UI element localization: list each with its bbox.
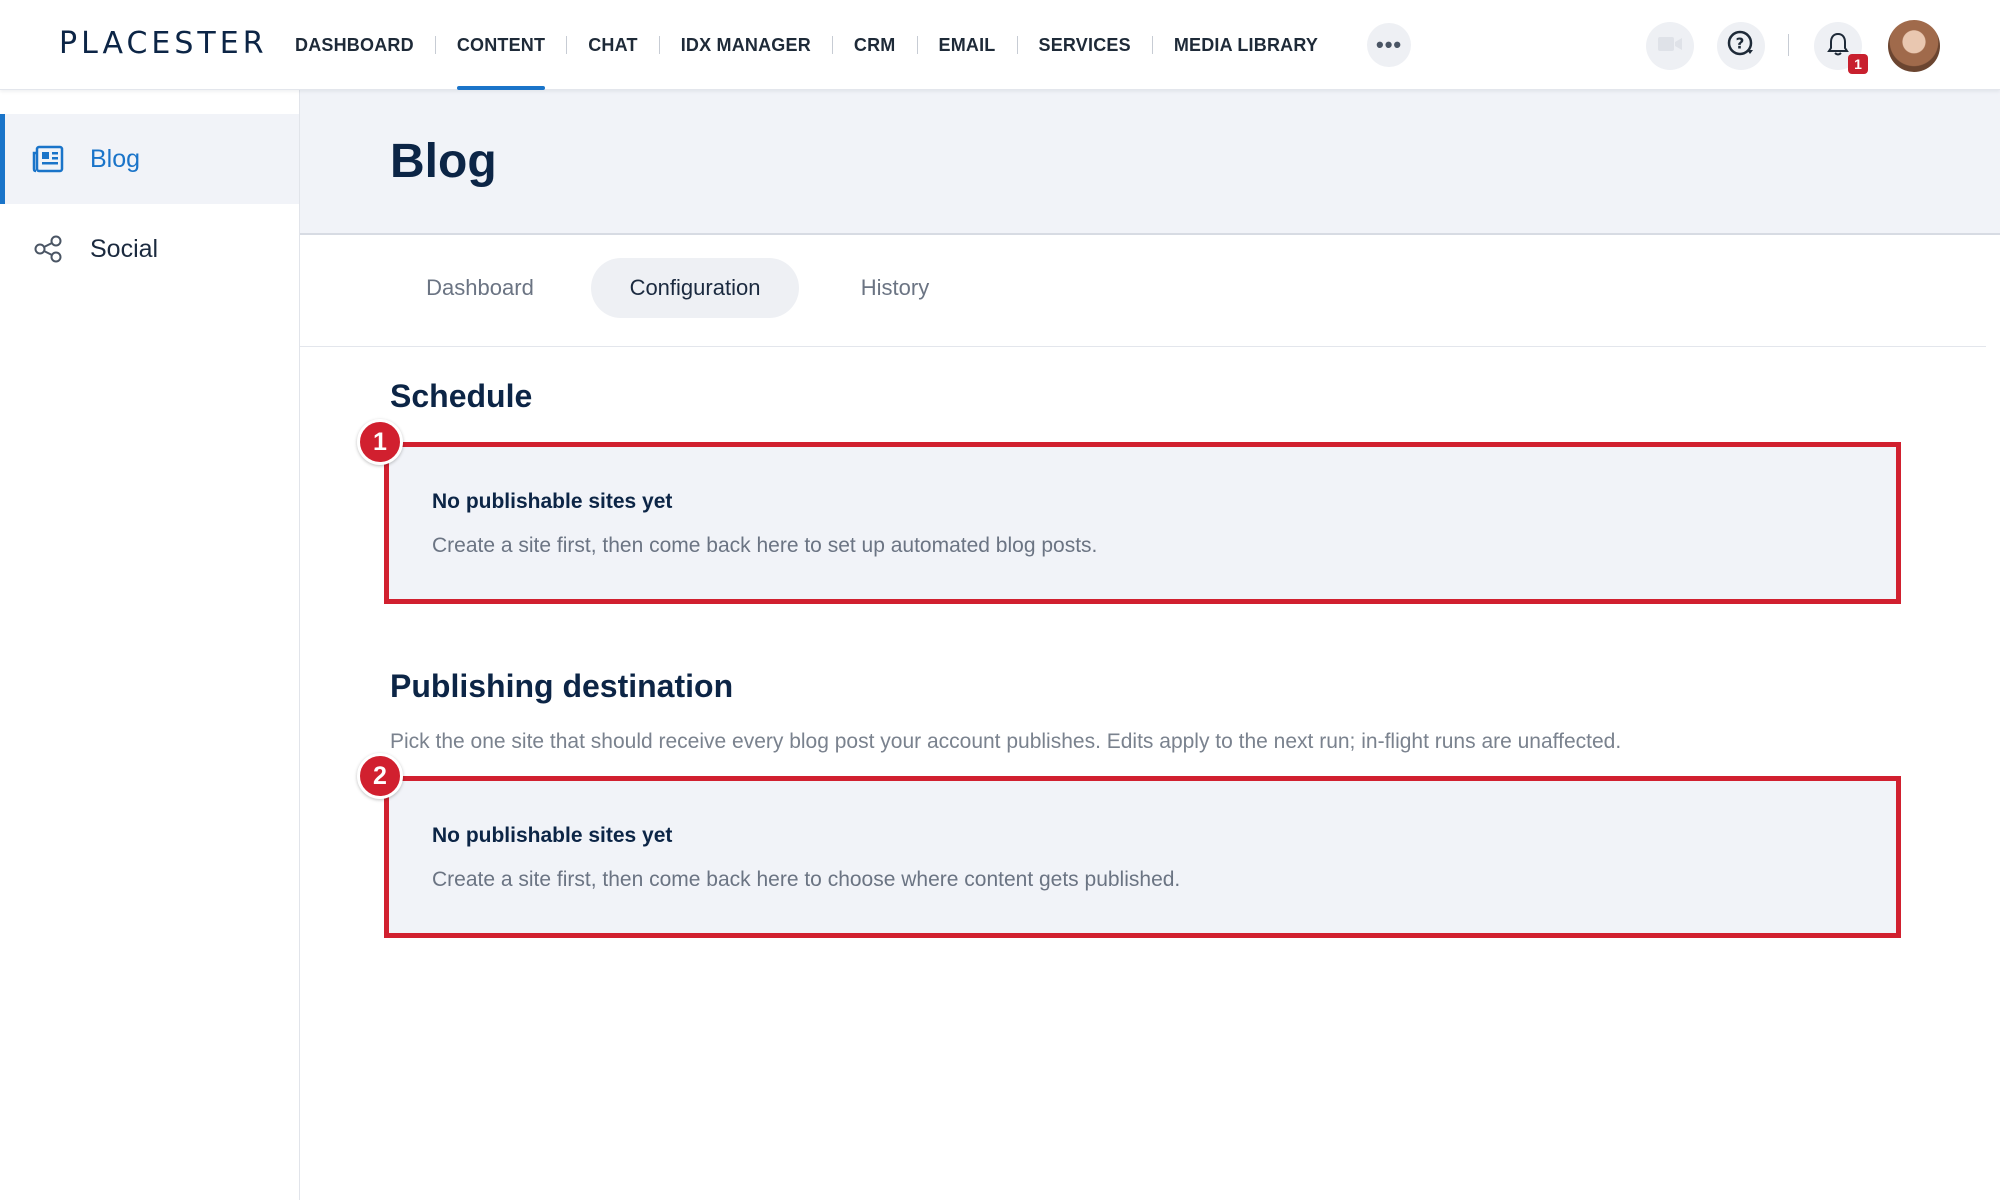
page-title: Blog: [390, 135, 497, 188]
notification-count-badge: 1: [1848, 54, 1868, 74]
main-nav: DASHBOARD CONTENT CHAT IDX MANAGER CRM E…: [274, 0, 1412, 90]
empty-state-title: No publishable sites yet: [432, 824, 673, 847]
publishing-destination-empty-state: No publishable sites yet Create a site f…: [384, 776, 1901, 938]
tab-configuration[interactable]: Configuration: [591, 258, 799, 318]
publishing-destination-description: Pick the one site that should receive ev…: [390, 730, 1622, 753]
bell-icon: [1826, 31, 1850, 62]
sidebar: Blog Social: [0, 90, 300, 1200]
publishing-destination-heading: Publishing destination: [390, 668, 734, 704]
nav-content[interactable]: CONTENT: [436, 0, 566, 90]
nav-media-library[interactable]: MEDIA LIBRARY: [1153, 0, 1339, 90]
sidebar-item-blog[interactable]: Blog: [0, 114, 299, 204]
nav-chat[interactable]: CHAT: [567, 0, 658, 90]
more-dots-icon: •••: [1376, 32, 1403, 57]
nav-email[interactable]: EMAIL: [918, 0, 1017, 90]
schedule-heading: Schedule: [390, 378, 533, 414]
sidebar-item-social[interactable]: Social: [0, 204, 299, 294]
nav-services[interactable]: SERVICES: [1018, 0, 1152, 90]
help-button[interactable]: ?: [1717, 22, 1765, 70]
more-menu-button[interactable]: •••: [1367, 23, 1412, 67]
share-icon: [32, 234, 64, 264]
callout-marker-2: 2: [357, 753, 403, 799]
tab-dashboard[interactable]: Dashboard: [390, 258, 570, 318]
schedule-empty-state: No publishable sites yet Create a site f…: [384, 442, 1901, 604]
help-question-icon: ?: [1726, 29, 1756, 64]
notifications-button[interactable]: 1: [1814, 22, 1868, 74]
nav-idx-manager[interactable]: IDX MANAGER: [660, 0, 832, 90]
empty-state-message: Create a site first, then come back here…: [432, 868, 1181, 891]
svg-text:?: ?: [1736, 34, 1745, 52]
empty-state-title: No publishable sites yet: [432, 490, 673, 513]
page-tabs: Dashboard Configuration History: [300, 235, 1986, 347]
newspaper-icon: [32, 144, 64, 174]
callout-marker-1: 1: [357, 419, 403, 465]
video-button[interactable]: [1646, 22, 1694, 70]
video-camera-icon: [1657, 35, 1683, 58]
top-navigation-bar: PLACESTER DASHBOARD CONTENT CHAT IDX MAN…: [0, 0, 2000, 90]
sidebar-item-label: Blog: [90, 144, 141, 173]
page-header: Blog: [300, 90, 2000, 235]
tab-history[interactable]: History: [820, 258, 970, 318]
sidebar-item-label: Social: [90, 234, 159, 263]
toolbar-separator: [1788, 34, 1789, 56]
nav-crm[interactable]: CRM: [833, 0, 917, 90]
nav-dashboard[interactable]: DASHBOARD: [274, 0, 435, 90]
empty-state-message: Create a site first, then come back here…: [432, 534, 1098, 557]
placester-logo[interactable]: PLACESTER: [59, 26, 268, 61]
user-avatar[interactable]: [1888, 20, 1940, 72]
